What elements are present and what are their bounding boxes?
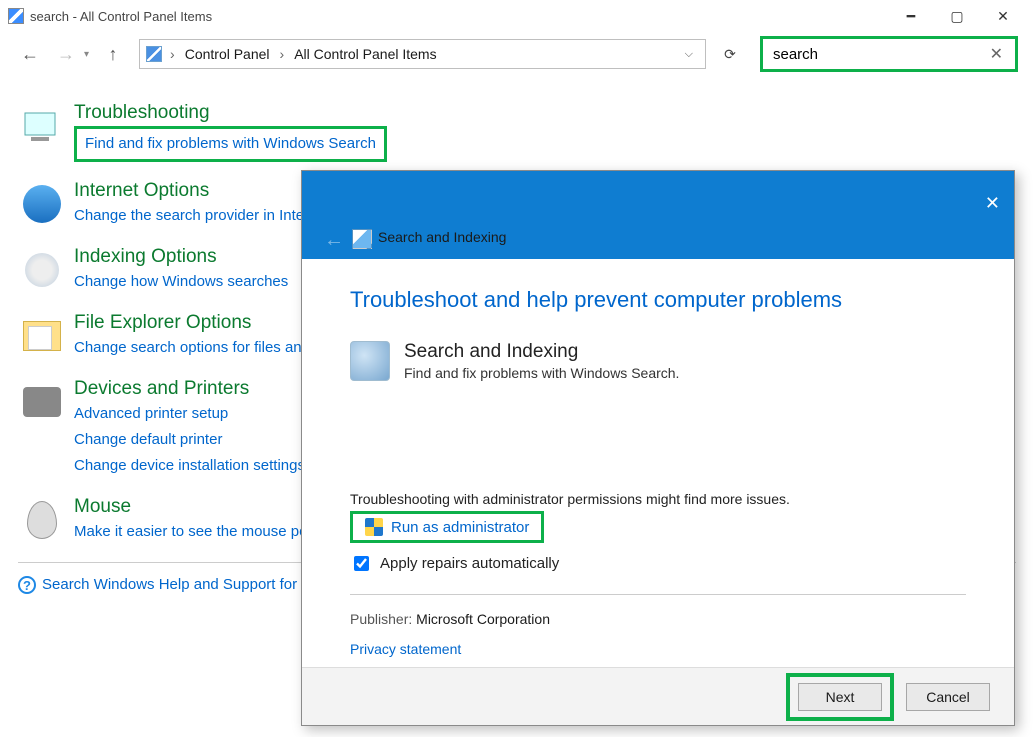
dialog-title-text: Search and Indexing [378, 229, 506, 245]
dialog-footer: Next Cancel [302, 667, 1014, 725]
search-box[interactable]: ✕ [760, 36, 1018, 72]
link-change-how-windows-searches[interactable]: Change how Windows searches [74, 270, 288, 294]
troubleshooter-item-sub: Find and fix problems with Windows Searc… [404, 365, 679, 381]
apply-repairs-row[interactable]: Apply repairs automatically [350, 553, 966, 574]
main-titlebar: search - All Control Panel Items ━ ▢ ✕ [0, 0, 1034, 32]
result-title[interactable]: Internet Options [74, 180, 209, 201]
dialog-titlebar: ✕ ← Search and Indexing [302, 171, 1014, 259]
navigation-bar: ← → ▾ ↑ Control Panel All Control Panel … [0, 32, 1034, 82]
publisher-label: Publisher: [350, 611, 412, 627]
close-button[interactable]: ✕ [980, 0, 1026, 32]
troubleshooter-dialog: ✕ ← Search and Indexing Troubleshoot and… [301, 170, 1015, 726]
forward-button[interactable]: → [52, 40, 80, 68]
dialog-title-icon [352, 229, 372, 249]
help-icon: ? [18, 576, 36, 594]
breadcrumb-1[interactable]: Control Panel [183, 46, 272, 62]
shield-icon [365, 518, 383, 536]
separator [350, 594, 966, 595]
internet-options-icon [18, 180, 66, 228]
cancel-button[interactable]: Cancel [906, 683, 990, 711]
dialog-heading: Troubleshoot and help prevent computer p… [350, 287, 966, 313]
address-bar[interactable]: Control Panel All Control Panel Items ⌵ [139, 39, 706, 69]
dialog-back-button[interactable]: ← [324, 229, 344, 252]
result-title[interactable]: Troubleshooting [74, 102, 210, 123]
up-button[interactable]: ↑ [99, 44, 127, 65]
next-button-highlight: Next [786, 673, 894, 721]
address-icon [146, 46, 162, 62]
result-title[interactable]: Indexing Options [74, 246, 217, 267]
apply-repairs-checkbox[interactable] [354, 556, 369, 571]
publisher-value: Microsoft Corporation [416, 611, 550, 627]
result-title[interactable]: File Explorer Options [74, 312, 251, 333]
link-find-fix-search[interactable]: Find and fix problems with Windows Searc… [85, 132, 376, 156]
maximize-button[interactable]: ▢ [934, 0, 980, 32]
window-title: search - All Control Panel Items [30, 9, 212, 24]
refresh-button[interactable]: ⟳ [714, 39, 746, 69]
clear-search-icon[interactable]: ✕ [986, 44, 1007, 64]
troubleshooter-item-row: Search and Indexing Find and fix problem… [350, 341, 966, 381]
link-change-device-installation[interactable]: Change device installation settings [74, 454, 305, 478]
file-explorer-options-icon [18, 312, 66, 360]
breadcrumb-2[interactable]: All Control Panel Items [292, 46, 438, 62]
history-dropdown[interactable]: ▾ [84, 49, 89, 60]
admin-note: Troubleshooting with administrator permi… [350, 491, 966, 507]
devices-printers-icon [18, 378, 66, 426]
link-change-default-printer[interactable]: Change default printer [74, 428, 305, 452]
result-troubleshooting: Troubleshooting Find and fix problems wi… [18, 102, 1016, 162]
address-dropdown[interactable]: ⌵ [679, 48, 699, 61]
link-advanced-printer-setup[interactable]: Advanced printer setup [74, 402, 305, 426]
publisher-row: Publisher: Microsoft Corporation [350, 611, 966, 627]
indexing-options-icon [18, 246, 66, 294]
privacy-statement-link[interactable]: Privacy statement [350, 641, 966, 657]
result-title[interactable]: Mouse [74, 496, 131, 517]
troubleshooting-icon [18, 102, 66, 150]
search-indexing-icon [350, 341, 390, 381]
apply-repairs-label: Apply repairs automatically [380, 555, 559, 572]
dialog-close-button[interactable]: ✕ [985, 193, 1000, 214]
link-mouse-pointer-visibility[interactable]: Make it easier to see the mouse pointer [74, 520, 337, 544]
app-icon [8, 8, 24, 24]
back-button[interactable]: ← [16, 40, 44, 68]
run-as-admin-link[interactable]: Run as administrator [391, 519, 529, 536]
next-button[interactable]: Next [798, 683, 882, 711]
search-input[interactable] [771, 45, 986, 64]
dialog-content: Troubleshoot and help prevent computer p… [302, 259, 1014, 667]
minimize-button[interactable]: ━ [888, 0, 934, 32]
run-as-admin-box[interactable]: Run as administrator [350, 511, 544, 543]
result-title[interactable]: Devices and Printers [74, 378, 249, 399]
mouse-icon [18, 496, 66, 544]
troubleshooter-item-title: Search and Indexing [404, 341, 679, 363]
